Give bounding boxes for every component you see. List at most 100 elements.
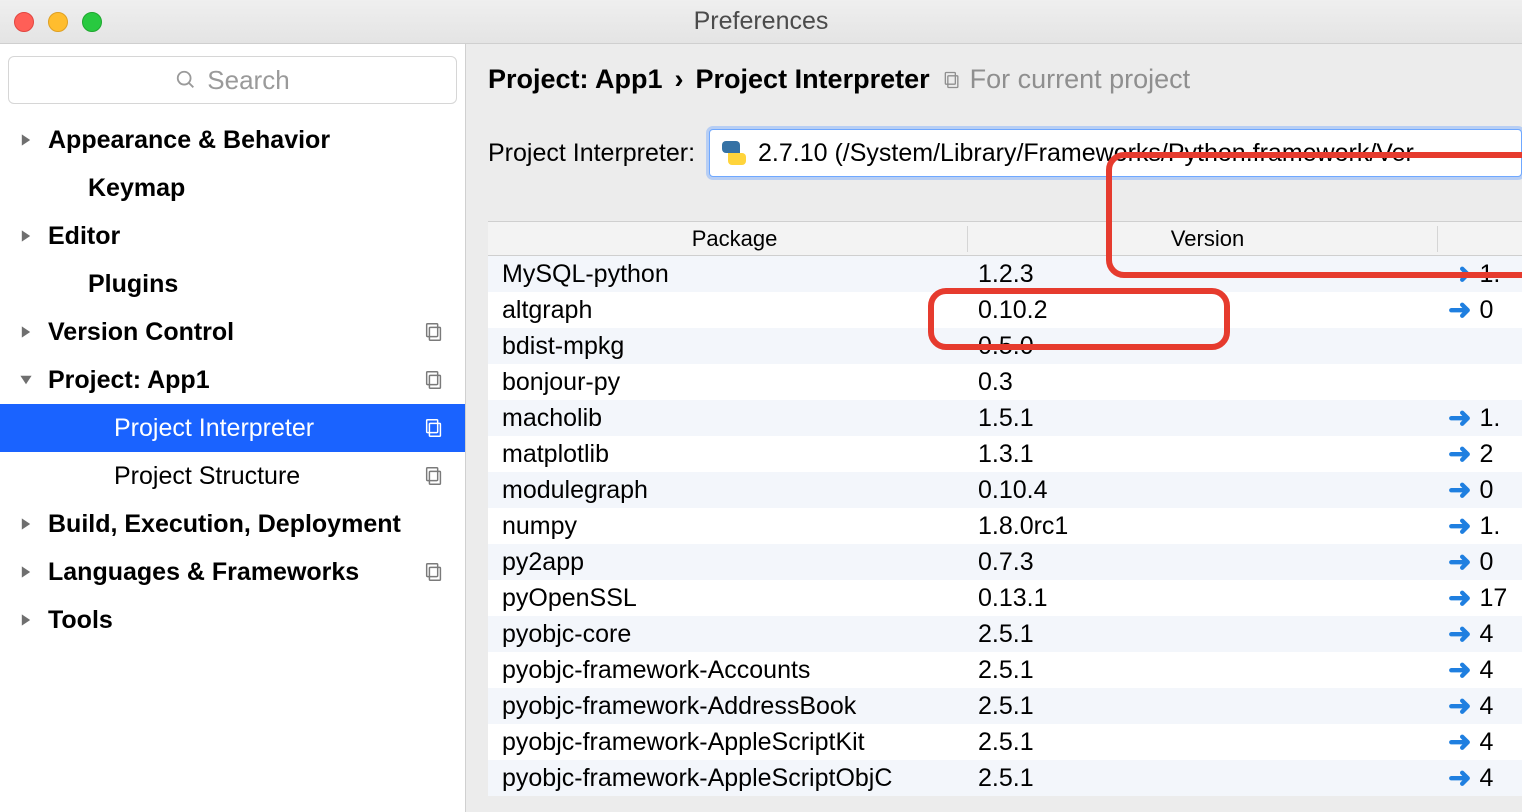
table-row[interactable]: pyobjc-framework-AddressBook2.5.1➜4 — [488, 688, 1522, 724]
update-arrow-icon: ➜ — [1448, 512, 1471, 540]
copy-icon — [423, 561, 445, 583]
update-arrow-icon: ➜ — [1448, 440, 1471, 468]
package-version: 0.3 — [968, 368, 1438, 397]
table-row[interactable]: matplotlib1.3.1➜2 — [488, 436, 1522, 472]
package-latest: ➜1. — [1438, 404, 1522, 433]
package-latest: ➜1. — [1438, 512, 1522, 541]
col-version-header[interactable]: Version — [968, 226, 1438, 252]
breadcrumb-sep: › — [675, 64, 684, 95]
package-name: pyobjc-framework-AddressBook — [488, 692, 968, 721]
package-latest: ➜4 — [1438, 764, 1522, 793]
sidebar-item-label: Project: App1 — [48, 366, 210, 395]
package-version: 0.5.0 — [968, 332, 1438, 361]
package-name: macholib — [488, 404, 968, 433]
sidebar-item-languages-frameworks[interactable]: Languages & Frameworks — [0, 548, 465, 596]
package-name: pyobjc-framework-AppleScriptObjC — [488, 764, 968, 793]
package-version: 0.7.3 — [968, 548, 1438, 577]
package-version: 2.5.1 — [968, 764, 1438, 793]
table-row[interactable]: pyOpenSSL0.13.1➜17 — [488, 580, 1522, 616]
table-row[interactable]: pyobjc-framework-AppleScriptKit2.5.1➜4 — [488, 724, 1522, 760]
package-name: numpy — [488, 512, 968, 541]
table-row[interactable]: MySQL-python1.2.3➜1. — [488, 256, 1522, 292]
breadcrumb-root[interactable]: Project: App1 — [488, 64, 663, 95]
window-title: Preferences — [0, 7, 1522, 36]
table-row[interactable]: pyobjc-core2.5.1➜4 — [488, 616, 1522, 652]
table-row[interactable]: bdist-mpkg0.5.0 — [488, 328, 1522, 364]
package-latest: ➜17 — [1438, 584, 1522, 613]
sidebar-item-label: Appearance & Behavior — [48, 126, 330, 155]
table-row[interactable]: macholib1.5.1➜1. — [488, 400, 1522, 436]
sidebar-item-label: Tools — [48, 606, 113, 635]
sidebar-item-tools[interactable]: Tools — [0, 596, 465, 644]
package-name: bdist-mpkg — [488, 332, 968, 361]
table-row[interactable]: pyobjc-framework-Accounts2.5.1➜4 — [488, 652, 1522, 688]
sidebar-item-keymap[interactable]: Keymap — [0, 164, 465, 212]
update-arrow-icon: ➜ — [1448, 764, 1471, 792]
table-header: Package Version — [488, 222, 1522, 256]
search-input[interactable]: Search — [8, 56, 457, 104]
package-name: matplotlib — [488, 440, 968, 469]
sidebar-item-project-app1[interactable]: Project: App1 — [0, 356, 465, 404]
sidebar-item-label: Editor — [48, 222, 120, 251]
interpreter-value: 2.7.10 (/System/Library/Frameworks/Pytho… — [758, 139, 1414, 168]
package-name: bonjour-py — [488, 368, 968, 397]
sidebar-item-project-interpreter[interactable]: Project Interpreter — [0, 404, 465, 452]
update-arrow-icon: ➜ — [1448, 296, 1471, 324]
update-arrow-icon: ➜ — [1448, 584, 1471, 612]
package-name: altgraph — [488, 296, 968, 325]
chevron-right-icon[interactable] — [18, 324, 34, 340]
package-version: 1.8.0rc1 — [968, 512, 1438, 541]
update-arrow-icon: ➜ — [1448, 404, 1471, 432]
python-icon — [720, 139, 748, 167]
package-name: MySQL-python — [488, 260, 968, 289]
sidebar-item-appearance-behavior[interactable]: Appearance & Behavior — [0, 116, 465, 164]
chevron-right-icon[interactable] — [18, 132, 34, 148]
packages-table: Package Version MySQL-python1.2.3➜1.altg… — [488, 221, 1522, 796]
package-version: 0.10.4 — [968, 476, 1438, 505]
sidebar-item-label: Project Structure — [114, 462, 300, 491]
package-name: pyobjc-framework-Accounts — [488, 656, 968, 685]
package-name: modulegraph — [488, 476, 968, 505]
table-row[interactable]: pyobjc-framework-AppleScriptObjC2.5.1➜4 — [488, 760, 1522, 796]
titlebar: Preferences — [0, 0, 1522, 44]
package-version: 1.3.1 — [968, 440, 1438, 469]
package-latest: ➜4 — [1438, 728, 1522, 757]
sidebar-item-label: Version Control — [48, 318, 234, 347]
chevron-right-icon[interactable] — [18, 516, 34, 532]
sidebar-item-label: Languages & Frameworks — [48, 558, 359, 587]
sidebar-nav: Appearance & Behavior Keymap Editor Plugins… — [0, 112, 465, 644]
copy-icon — [423, 465, 445, 487]
sidebar-item-project-structure[interactable]: Project Structure — [0, 452, 465, 500]
sidebar-item-plugins[interactable]: Plugins — [0, 260, 465, 308]
package-version: 0.10.2 — [968, 296, 1438, 325]
interpreter-label: Project Interpreter: — [488, 139, 695, 168]
breadcrumb: Project: App1 › Project Interpreter For … — [466, 44, 1522, 95]
package-name: pyOpenSSL — [488, 584, 968, 613]
chevron-right-icon[interactable] — [18, 564, 34, 580]
package-name: pyobjc-framework-AppleScriptKit — [488, 728, 968, 757]
table-row[interactable]: numpy1.8.0rc1➜1. — [488, 508, 1522, 544]
sidebar-item-editor[interactable]: Editor — [0, 212, 465, 260]
chevron-right-icon[interactable] — [18, 228, 34, 244]
col-package-header[interactable]: Package — [488, 226, 968, 252]
sidebar-item-version-control[interactable]: Version Control — [0, 308, 465, 356]
sidebar-item-label: Plugins — [88, 270, 178, 299]
interpreter-select[interactable]: 2.7.10 (/System/Library/Frameworks/Pytho… — [709, 129, 1522, 177]
chevron-right-icon[interactable] — [18, 612, 34, 628]
package-version: 2.5.1 — [968, 656, 1438, 685]
package-version: 2.5.1 — [968, 620, 1438, 649]
chevron-down-icon[interactable] — [18, 372, 34, 388]
update-arrow-icon: ➜ — [1448, 620, 1471, 648]
package-latest: ➜0 — [1438, 476, 1522, 505]
table-row[interactable]: modulegraph0.10.4➜0 — [488, 472, 1522, 508]
table-row[interactable]: py2app0.7.3➜0 — [488, 544, 1522, 580]
sidebar: Search Appearance & Behavior Keymap Editor… — [0, 44, 466, 812]
table-row[interactable]: altgraph0.10.2➜0 — [488, 292, 1522, 328]
copy-icon — [423, 321, 445, 343]
table-row[interactable]: bonjour-py0.3 — [488, 364, 1522, 400]
package-latest: ➜1. — [1438, 260, 1522, 289]
copy-icon — [423, 369, 445, 391]
sidebar-item-build-execution-deployment[interactable]: Build, Execution, Deployment — [0, 500, 465, 548]
breadcrumb-scope: For current project — [942, 64, 1191, 95]
package-version: 1.2.3 — [968, 260, 1438, 289]
